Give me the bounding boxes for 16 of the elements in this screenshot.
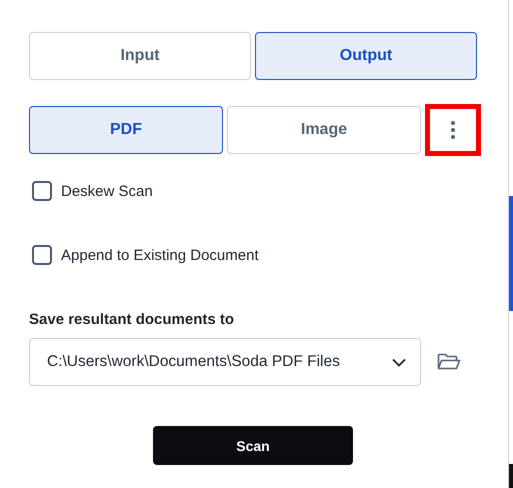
- direction-tab[interactable]: Output: [255, 32, 477, 80]
- format-tab[interactable]: Image: [227, 106, 421, 154]
- scan-button[interactable]: Scan: [153, 426, 353, 465]
- direction-tab[interactable]: Input: [29, 32, 251, 80]
- more-button[interactable]: [425, 104, 481, 156]
- checkbox[interactable]: [32, 245, 52, 265]
- more-options-icon: [450, 120, 456, 140]
- chevron-down-icon: [392, 358, 406, 366]
- checkbox[interactable]: [32, 181, 52, 201]
- checkbox-label: Deskew Scan: [61, 182, 153, 200]
- folder-dropdown[interactable]: C:\Users\work\Documents\Soda PDF Files: [29, 338, 421, 386]
- folder-icon: [437, 353, 461, 371]
- browse-folder-button[interactable]: [437, 353, 461, 371]
- save-location-label: Save resultant documents to: [29, 311, 236, 328]
- checkbox-label: Append to Existing Document: [61, 246, 259, 264]
- format-tab[interactable]: PDF: [29, 106, 223, 154]
